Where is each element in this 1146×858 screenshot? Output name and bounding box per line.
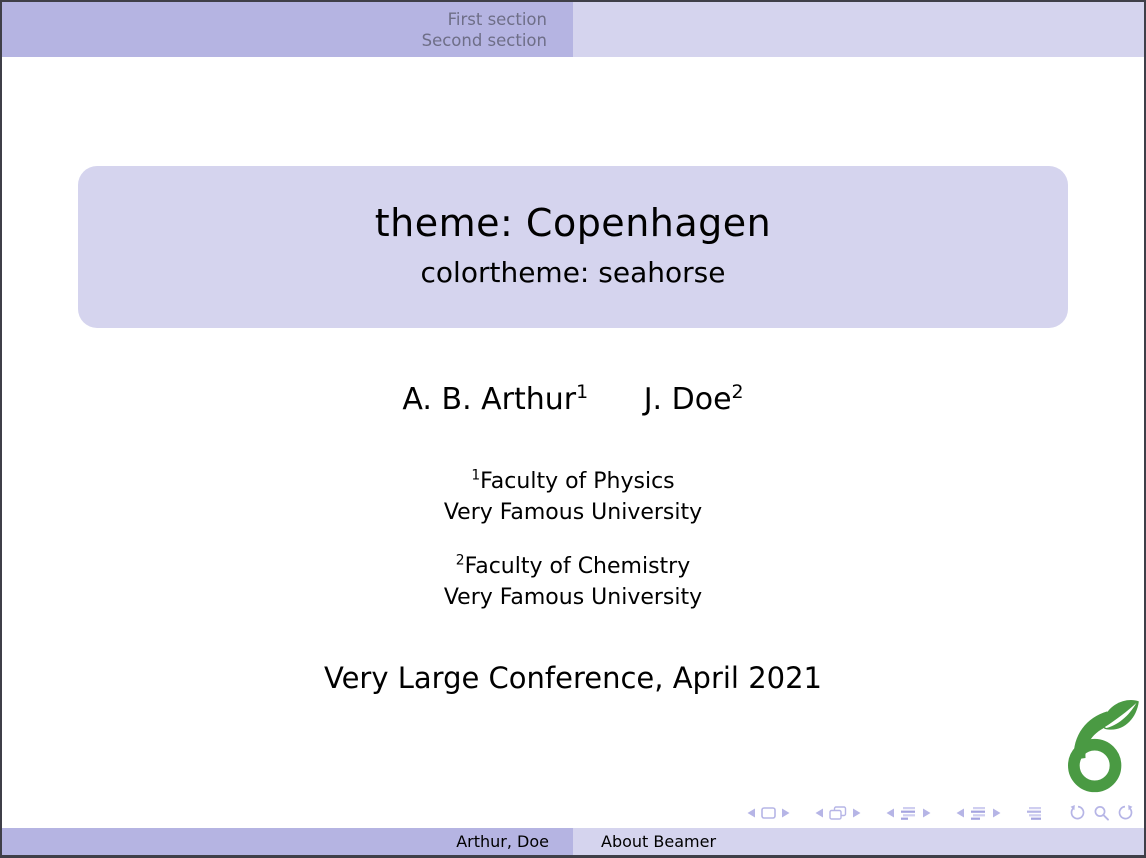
slide-icon[interactable] xyxy=(761,807,776,819)
next-section-icon[interactable] xyxy=(993,808,1001,818)
title-box: theme: Copenhagen colortheme: seahorse xyxy=(78,166,1068,328)
nav-group-subsection xyxy=(883,806,934,820)
nav-group-tools xyxy=(1065,805,1138,822)
slide-title: theme: Copenhagen xyxy=(78,200,1068,246)
headline-link-second-section[interactable]: Second section xyxy=(422,30,547,51)
slide-subtitle: colortheme: seahorse xyxy=(78,256,1068,290)
search-icon[interactable] xyxy=(1093,805,1110,822)
nav-group-frame xyxy=(812,806,864,820)
next-slide-icon[interactable] xyxy=(782,808,790,818)
date-line: Very Large Conference, April 2021 xyxy=(2,660,1144,697)
institute-1: 1Faculty of Physics Very Famous Universi… xyxy=(2,466,1144,528)
author-1: A. B. Arthur1 xyxy=(402,380,588,420)
headline-link-first-section[interactable]: First section xyxy=(448,9,547,30)
nav-group-appendix xyxy=(1023,806,1046,820)
headline-right-panel xyxy=(573,2,1144,57)
overleaf-leaf-logo xyxy=(1054,698,1142,798)
navigation-bar xyxy=(744,801,1138,825)
institute-1-dept: 1Faculty of Physics xyxy=(2,466,1144,497)
author-2: J. Doe2 xyxy=(644,380,744,420)
frames-icon[interactable] xyxy=(829,806,847,820)
next-frame-icon[interactable] xyxy=(853,808,861,818)
author-2-mark: 2 xyxy=(732,381,744,403)
footline-title: About Beamer xyxy=(601,832,716,851)
appendix-lines-icon[interactable] xyxy=(1026,806,1043,820)
institute-2-university: Very Famous University xyxy=(2,582,1144,613)
nav-group-section xyxy=(953,806,1004,820)
prev-subsection-icon[interactable] xyxy=(886,808,894,818)
footline-authors-panel: Arthur, Doe xyxy=(2,828,573,855)
author-1-mark: 1 xyxy=(576,381,588,403)
institute-2-mark: 2 xyxy=(456,553,465,569)
prev-frame-icon[interactable] xyxy=(815,808,823,818)
subsection-lines-icon[interactable] xyxy=(900,806,917,820)
headline-bar: First section Second section xyxy=(2,2,1144,57)
next-subsection-icon[interactable] xyxy=(923,808,931,818)
author-line: A. B. Arthur1 J. Doe2 xyxy=(2,380,1144,420)
section-lines-icon[interactable] xyxy=(970,806,987,820)
author-2-name: J. Doe xyxy=(644,382,732,417)
institute-2: 2Faculty of Chemistry Very Famous Univer… xyxy=(2,551,1144,613)
footline-title-panel: About Beamer xyxy=(573,828,1144,855)
footline-authors: Arthur, Doe xyxy=(456,832,549,851)
institute-2-dept: 2Faculty of Chemistry xyxy=(2,551,1144,582)
institute-1-mark: 1 xyxy=(471,468,480,484)
forward-icon[interactable] xyxy=(1116,805,1135,822)
nav-group-slide xyxy=(744,807,793,819)
author-1-name: A. B. Arthur xyxy=(402,382,576,417)
beamer-title-slide: First section Second section theme: Cope… xyxy=(0,0,1146,858)
prev-section-icon[interactable] xyxy=(956,808,964,818)
headline-section-panel: First section Second section xyxy=(2,2,573,57)
back-icon[interactable] xyxy=(1068,805,1087,822)
footline-bar: Arthur, Doe About Beamer xyxy=(2,828,1144,855)
prev-slide-icon[interactable] xyxy=(747,808,755,818)
institute-1-university: Very Famous University xyxy=(2,497,1144,528)
